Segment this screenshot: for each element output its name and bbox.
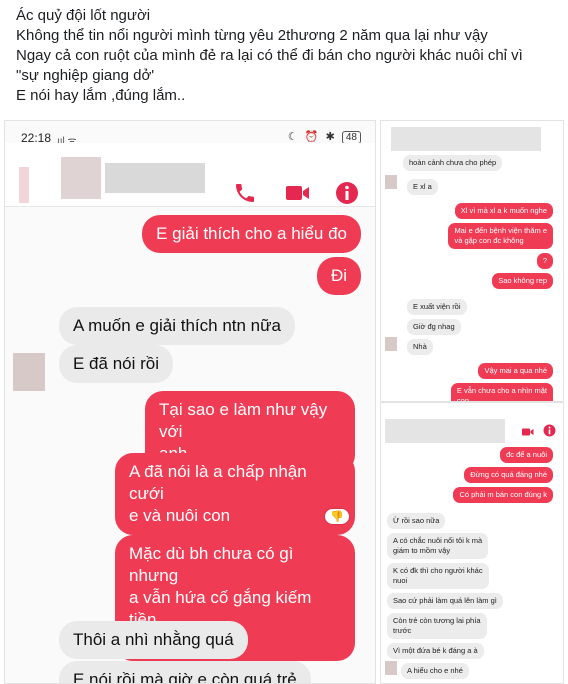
message-bubble-in[interactable]: A muốn e giải thích ntn nữa: [59, 307, 295, 345]
message-bubble-in[interactable]: Ừ rồi sao nữa: [387, 513, 446, 529]
message-bubble-in[interactable]: E nói rồi mà giờ e còn quá trẻ: [59, 661, 311, 683]
chat-screenshot-bottom-right: đc để a nuôi Đừng có quá đáng nhé Có phả…: [380, 402, 564, 684]
caption-line: Ác quỷ đội lốt người: [16, 7, 151, 24]
message-bubble-in[interactable]: E xl a: [407, 179, 438, 195]
contact-avatar: [385, 661, 397, 675]
message-line: giám to mồm vậy: [393, 546, 451, 555]
message-line: Mai e đến bệnh viện thăm e: [454, 226, 547, 235]
avatar[interactable]: [61, 157, 101, 199]
message-bubble-in[interactable]: Thôi a nhì nhằng quá: [59, 621, 248, 659]
status-icons: ☾ ⏰ ✱ 48: [288, 130, 361, 144]
message-bubble-out[interactable]: Đừng có quá đáng nhé: [464, 467, 553, 483]
caption-line: Ngay cả con ruột của mình đẻ ra lại có t…: [16, 47, 523, 64]
message-line: e và nuôi con: [129, 506, 231, 525]
header-blurred: [385, 419, 505, 443]
caption-line: E nói hay lắm ,đúng lắm..: [16, 87, 186, 104]
message-bubble-in[interactable]: K có đk thì cho người khác nuoi: [387, 563, 489, 589]
header-blurred: [391, 127, 541, 151]
info-icon[interactable]: [335, 181, 359, 211]
message-bubble-in[interactable]: Vì một đứa bé k đáng a à: [387, 643, 484, 659]
message-bubble-in[interactable]: E đã nói rồi: [59, 345, 173, 383]
message-line: và gặp con đc không: [454, 236, 524, 245]
message-bubble-out[interactable]: Đi: [316, 257, 361, 295]
message-bubble-in[interactable]: Sao cứ phải làm quá lên làm gì: [387, 593, 503, 609]
caption-line: "sự nghiệp giang dở': [16, 67, 155, 84]
message-bubble-in[interactable]: A có chắc nuôi nổi tôi k mà giám to mồm …: [387, 533, 489, 559]
message-bubble-out[interactable]: Có phải m bán con đúng k: [453, 487, 553, 503]
message-bubble-in[interactable]: A hiểu cho e nhé: [401, 663, 469, 679]
reaction-badge[interactable]: 👎: [325, 509, 349, 524]
message-line: E vẫn chưa cho a nhìn mặt: [456, 386, 547, 395]
chat-screenshot-main: 22:18 ııl ᯤ ☾ ⏰ ✱ 48 E giải thích cho a …: [4, 120, 376, 684]
contact-avatar: [385, 175, 397, 189]
caption-line: Không thể tin nổi người mình từng yêu 2t…: [16, 27, 488, 44]
message-line: nuoi: [393, 576, 408, 585]
status-icon-group: ☾ ⏰ ✱: [287, 131, 337, 143]
contact-name-blurred: [105, 163, 205, 193]
message-bubble-out[interactable]: đc để a nuôi: [500, 447, 553, 463]
message-bubble-in[interactable]: Còn trẻ còn tương lai phía trước: [387, 613, 487, 639]
post-caption: Ác quỷ đội lốt người Không thể tin nổi n…: [16, 6, 556, 106]
status-bar: 22:18 ııl ᯤ ☾ ⏰ ✱ 48: [5, 121, 375, 147]
contact-avatar: [385, 337, 397, 351]
message-bubble-in[interactable]: hoàn cảnh chưa cho phép: [403, 155, 503, 171]
message-bubble-out[interactable]: Xl vì mà xl a k muốn nghe: [454, 203, 553, 219]
contact-avatar[interactable]: [13, 353, 45, 391]
message-line: trước: [393, 626, 412, 635]
message-bubble-out[interactable]: A đã nói là a chấp nhận cưới e và nuôi c…: [115, 453, 355, 535]
message-bubble-out[interactable]: Sao không rep: [492, 273, 553, 289]
message-bubble-out[interactable]: Mai e đến bệnh viện thăm e và gặp con đc…: [448, 223, 553, 249]
message-bubble-out[interactable]: Vậy mai a qua nhé: [478, 363, 553, 379]
message-bubble-in[interactable]: Nhà: [407, 339, 433, 355]
phone-icon[interactable]: [233, 181, 257, 211]
message-bubble-in[interactable]: E xuất viện rồi: [407, 299, 467, 315]
chat-header: [5, 143, 375, 207]
message-bubble-out[interactable]: E giải thích cho a hiểu đo: [142, 215, 361, 253]
message-bubble-in[interactable]: Giờ đg nhag: [407, 319, 461, 335]
chat-screenshot-top-right: hoàn cảnh chưa cho phép E xl a Xl vì mà …: [380, 120, 564, 402]
message-line: K có đk thì cho người khác: [393, 566, 483, 575]
message-line: Mặc dù bh chưa có gì nhưng: [129, 544, 294, 585]
back-arrow-icon[interactable]: [19, 167, 29, 203]
message-line: Tại sao e làm như vậy với: [159, 400, 328, 441]
message-bubble-out[interactable]: ?: [536, 253, 553, 269]
message-line: Còn trẻ còn tương lai phía: [393, 616, 481, 625]
video-icon[interactable]: [521, 425, 535, 443]
message-line: A có chắc nuôi nổi tôi k mà: [393, 536, 483, 545]
message-line: A đã nói là a chấp nhận cưới: [129, 462, 307, 503]
info-icon[interactable]: [543, 424, 556, 442]
message-bubble-out[interactable]: E vẫn chưa cho a nhìn mặt con: [450, 383, 553, 401]
video-icon[interactable]: [285, 181, 311, 211]
